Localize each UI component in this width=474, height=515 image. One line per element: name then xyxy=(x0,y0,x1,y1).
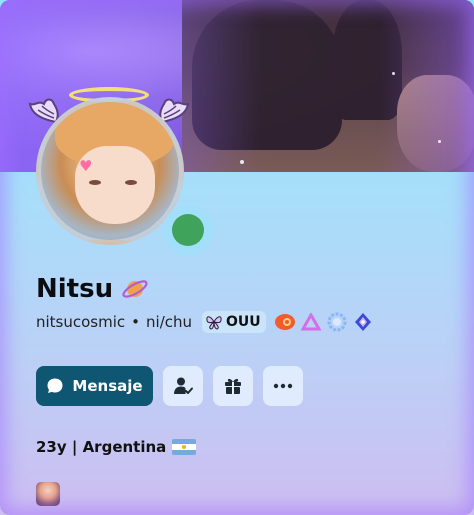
guild-tag-label: OUU xyxy=(226,314,261,330)
pronouns: ni/chu xyxy=(146,313,193,331)
message-button-label: Mensaje xyxy=(72,377,143,395)
butterfly-icon xyxy=(206,316,222,330)
name-row: Nitsu xyxy=(36,274,149,304)
badge-list xyxy=(274,311,374,333)
heart-icon: ♥ xyxy=(79,157,93,175)
gift-button[interactable] xyxy=(213,366,253,406)
action-buttons: Mensaje xyxy=(36,366,303,406)
more-icon xyxy=(273,383,293,389)
meta-row: nitsucosmic • ni/chu OUU xyxy=(36,311,374,333)
avatar[interactable]: ♥ xyxy=(26,87,213,255)
more-button[interactable] xyxy=(263,366,303,406)
sticker-emoji-icon[interactable] xyxy=(36,482,60,506)
argentina-flag-icon xyxy=(172,439,197,455)
boost-ring-icon[interactable] xyxy=(326,311,348,333)
separator: • xyxy=(131,313,141,331)
nitro-orbit-icon[interactable] xyxy=(274,311,296,333)
avatar-image: ♥ xyxy=(36,97,184,245)
message-button[interactable]: Mensaje xyxy=(36,366,153,406)
add-friend-button[interactable] xyxy=(163,366,203,406)
gift-icon xyxy=(225,378,241,394)
planet-icon xyxy=(122,280,148,298)
quest-badge-icon[interactable] xyxy=(352,311,374,333)
online-status-dot xyxy=(172,214,204,246)
chat-bubble-icon xyxy=(47,378,63,393)
bio-text: 23y | Argentina xyxy=(36,438,167,456)
bio: 23y | Argentina xyxy=(36,438,197,456)
profile-card: ♥ Nitsu nitsucosmic • ni/chu OUU Mensaje… xyxy=(0,0,474,515)
status-indicator xyxy=(163,205,213,255)
add-friend-icon xyxy=(174,377,193,394)
hypesquad-triangle-icon[interactable] xyxy=(300,311,322,333)
display-name: Nitsu xyxy=(36,274,114,304)
guild-tag[interactable]: OUU xyxy=(202,311,266,333)
username: nitsucosmic xyxy=(36,313,126,331)
